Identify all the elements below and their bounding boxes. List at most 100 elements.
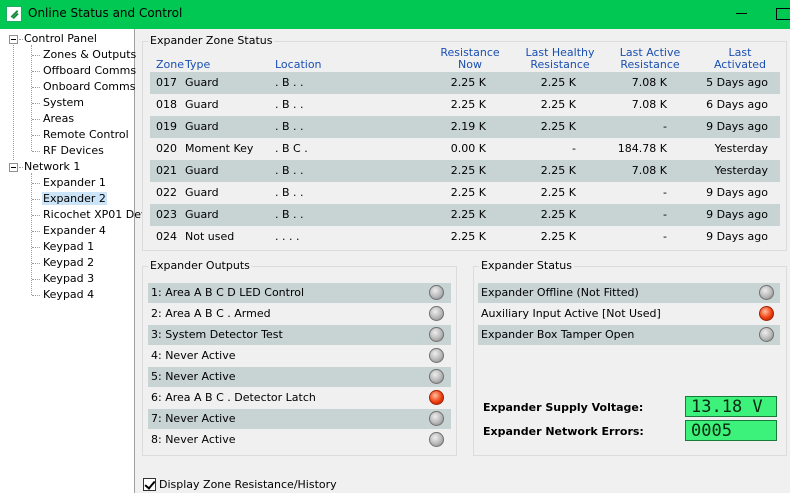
cell-location: . B . . [275,208,304,221]
tree-node-expander-1[interactable]: Expander 1 [42,176,107,189]
cell-resistance: 2.25 K [450,186,486,199]
expander-status-title: Expander Status [479,259,574,272]
collapse-icon[interactable] [9,35,18,44]
cell-active-res: - [663,230,667,243]
tree-node-zones-outputs[interactable]: Zones & Outputs [42,48,137,61]
tree-node-areas[interactable]: Areas [42,112,75,125]
cell-healthy: 2.25 K [540,186,576,199]
cell-healthy: 2.25 K [540,208,576,221]
tree-node-keypad-3[interactable]: Keypad 3 [42,272,95,285]
led-off-icon[interactable] [429,411,444,426]
display-history-checkbox[interactable] [143,478,156,491]
cell-active-res: - [663,120,667,133]
output-label: 7: Never Active [151,412,236,425]
table-row: 024 Not used . . . . 2.25 K 2.25 K - 9 Days ag… [150,226,780,248]
cell-active-res: 7.08 K [631,164,667,177]
network-errors-display: 0005 [685,420,777,441]
table-row: 018 Guard . B . . 2.25 K 2.25 K 7.08 K 6 Days … [150,94,780,116]
status-row: Auxiliary Input Active [Not Used] [478,304,780,324]
cell-zone: 019 [156,120,177,133]
cell-healthy: 2.25 K [540,76,576,89]
cell-type: Guard [185,208,219,221]
cell-resistance: 2.25 K [450,164,486,177]
tree-node-keypad-4[interactable]: Keypad 4 [42,288,95,301]
cell-location: . B . . [275,164,304,177]
cell-active-res: 7.08 K [631,76,667,89]
minimize-icon[interactable] [736,13,747,14]
window-title: Online Status and Control [28,6,183,20]
cell-zone: 022 [156,186,177,199]
output-label: 6: Area A B C . Detector Latch [151,391,316,404]
output-row: 5: Never Active [148,367,451,387]
cell-active-res: - [663,186,667,199]
tree-node-expander-2[interactable]: Expander 2 [42,192,107,205]
tree-node-keypad-1[interactable]: Keypad 1 [42,240,95,253]
cell-activated: 9 Days ago [706,120,768,133]
cell-type: Guard [185,164,219,177]
cell-zone: 021 [156,164,177,177]
cell-healthy: 2.25 K [540,98,576,111]
tree-node-remote-control[interactable]: Remote Control [42,128,130,141]
cell-resistance: 2.25 K [450,208,486,221]
output-row: 3: System Detector Test [148,325,451,345]
cell-resistance: 2.25 K [450,98,486,111]
output-row: 8: Never Active [148,430,451,450]
cell-location: . B C . [275,142,308,155]
table-row: 017 Guard . B . . 2.25 K 2.25 K 7.08 K 5 Days … [150,72,780,94]
display-history-label[interactable]: Display Zone Resistance/History [159,478,337,491]
col-header-last-active-resistance: Last Active Resistance [619,46,681,71]
supply-voltage-label: Expander Supply Voltage: [483,401,644,414]
led-off-icon[interactable] [429,348,444,363]
cell-type: Guard [185,98,219,111]
led-off-icon[interactable] [429,306,444,321]
tree-node-system[interactable]: System [42,96,85,109]
led-off-icon[interactable] [429,285,444,300]
led-on-icon[interactable] [429,390,444,405]
cell-activated: 9 Days ago [706,186,768,199]
tree-node-keypad-2[interactable]: Keypad 2 [42,256,95,269]
tree-node-offboard-comms[interactable]: Offboard Comms [42,64,137,77]
cell-active-res: 184.78 K [617,142,667,155]
table-row: 022 Guard . B . . 2.25 K 2.25 K - 9 Days ago [150,182,780,204]
cell-active-res: 7.08 K [631,98,667,111]
tree-node-control-panel[interactable]: Control Panel [24,32,97,45]
led-off-icon [759,327,774,342]
maximize-icon[interactable] [776,8,790,20]
cell-activated: 6 Days ago [706,98,768,111]
cell-location: . . . . [275,230,300,243]
tree-node-rf-devices[interactable]: RF Devices [42,144,105,157]
led-off-icon[interactable] [429,432,444,447]
cell-type: Guard [185,76,219,89]
output-row: 4: Never Active [148,346,451,366]
output-row: 2: Area A B C . Armed [148,304,451,324]
output-label: 4: Never Active [151,349,236,362]
cell-healthy: 2.25 K [540,164,576,177]
supply-voltage-display: 13.18 V [685,396,777,417]
output-label: 5: Never Active [151,370,236,383]
cell-type: Guard [185,186,219,199]
output-row: 7: Never Active [148,409,451,429]
table-row: 019 Guard . B . . 2.19 K 2.25 K - 9 Days ago [150,116,780,138]
tree-node-onboard-comms[interactable]: Onboard Comms [42,80,136,93]
led-on-icon [759,306,774,321]
led-off-icon[interactable] [429,327,444,342]
network-errors-label: Expander Network Errors: [483,425,644,438]
col-header-location: Location [275,58,322,71]
cell-zone: 020 [156,142,177,155]
led-off-icon[interactable] [429,369,444,384]
table-row: 023 Guard . B . . 2.25 K 2.25 K - 9 Days ago [150,204,780,226]
cell-zone: 017 [156,76,177,89]
tree-node-network-1[interactable]: Network 1 [24,160,80,173]
output-label: 2: Area A B C . Armed [151,307,271,320]
col-header-type: Type [185,58,211,71]
collapse-icon[interactable] [9,163,18,172]
col-header-zone: Zone [156,58,185,71]
app-icon [6,6,22,22]
output-label: 3: System Detector Test [151,328,283,341]
cell-type: Guard [185,120,219,133]
cell-healthy: - [572,142,576,155]
cell-resistance: 2.25 K [450,76,486,89]
tree-node-expander-4[interactable]: Expander 4 [42,224,107,237]
cell-resistance: 2.25 K [450,230,486,243]
tree-node-ricochet-xp01-dev[interactable]: Ricochet XP01 Dev [42,208,148,221]
